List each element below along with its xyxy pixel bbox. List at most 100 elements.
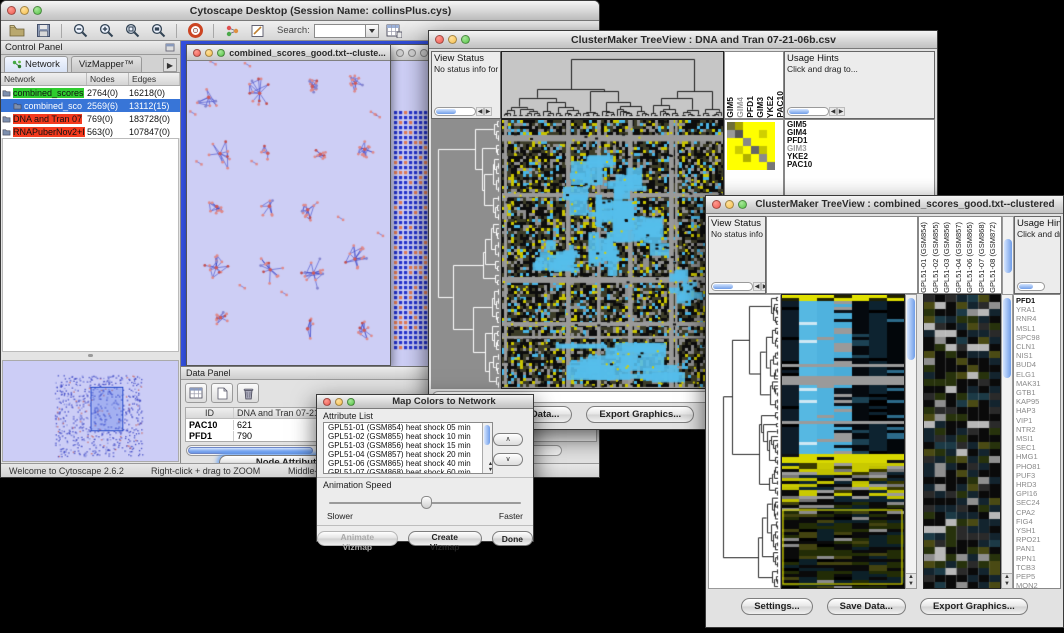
gene-row-label[interactable]: SPC98 [1016, 333, 1058, 342]
tab-vizmapper[interactable]: VizMapper™ [71, 56, 142, 72]
zoom-heatmap-canvas[interactable] [727, 122, 775, 170]
list-vscrollbar[interactable]: ▲▼ [482, 423, 492, 473]
condition-label[interactable]: GPL51-07 (GSM868) [977, 222, 989, 293]
gene-column-label[interactable]: PAC10 [775, 91, 784, 118]
scroll-right-icon[interactable]: ▶ [484, 107, 492, 116]
scroll-arrows[interactable]: ▲▼ [906, 573, 916, 588]
minimize-button[interactable] [335, 398, 343, 406]
float-panel-icon[interactable] [165, 43, 176, 53]
zoom-button[interactable] [738, 200, 747, 209]
treeview-action-button[interactable]: Export Graphics... [586, 406, 694, 423]
mini-hscrollbar[interactable]: ◀▶ [434, 107, 492, 116]
attribute-table-button[interactable] [383, 22, 405, 39]
minimize-button[interactable] [20, 6, 29, 15]
network-view-window[interactable]: combined_scores_good.txt--cluste... [186, 44, 391, 366]
column-dendrogram-area[interactable] [766, 216, 918, 294]
condition-label[interactable]: GPL51-03 (GSM856) [942, 222, 954, 293]
scrollbar-thumb[interactable] [484, 425, 490, 445]
save-session-button[interactable] [32, 22, 54, 39]
select-attributes-button[interactable] [185, 383, 207, 403]
grid-network-canvas[interactable] [390, 61, 432, 366]
gene-row-label[interactable]: KAP95 [1016, 397, 1058, 406]
condition-label[interactable]: GPL51-02 (GSM855) [931, 222, 943, 293]
gene-row-label[interactable]: GTB1 [1016, 388, 1058, 397]
gene-row-label[interactable]: GPI16 [1016, 489, 1058, 498]
labels-vscrollbar[interactable] [1002, 216, 1014, 296]
scrollbar-thumb[interactable] [907, 298, 915, 360]
tab-network[interactable]: Network [4, 56, 68, 72]
gene-row-label[interactable]: SEC1 [1016, 443, 1058, 452]
heatmap-vscrollbar[interactable]: ▲▼ [905, 294, 917, 589]
network-table-row[interactable]: combined_scores 2764(0) 16218(0) [1, 86, 180, 99]
column-header-network[interactable]: Network [1, 73, 87, 85]
close-button[interactable] [712, 200, 721, 209]
open-session-button[interactable] [6, 22, 28, 39]
zoom-button[interactable] [347, 398, 355, 406]
move-up-button[interactable]: ∧ [493, 433, 523, 446]
column-dendrogram-canvas[interactable] [501, 51, 724, 119]
attribute-item[interactable]: GPL51-02 (GSM855) heat shock 10 min [326, 432, 492, 441]
done-button[interactable]: Done [492, 531, 533, 546]
scroll-left-icon[interactable]: ◀ [753, 282, 761, 291]
gene-row-label[interactable]: RNR4 [1016, 314, 1058, 323]
gene-row-label[interactable]: PUF3 [1016, 471, 1058, 480]
attribute-item[interactable]: GPL51-04 (GSM857) heat shock 20 min [326, 450, 492, 459]
attribute-listbox[interactable]: GPL51-01 (GSM854) heat shock 05 minGPL51… [323, 422, 493, 474]
animation-speed-slider[interactable] [329, 493, 521, 511]
gene-row-label[interactable]: CLN1 [1016, 342, 1058, 351]
zoom-heatmap-canvas[interactable] [923, 294, 1001, 589]
treeview-action-button[interactable]: Settings... [741, 598, 812, 615]
gene-row-label[interactable]: PFD1 [1016, 296, 1058, 305]
gene-row-label[interactable]: GIM4 [787, 129, 932, 137]
gene-column-label[interactable]: GIM3 [755, 97, 765, 118]
create-vizmap-button[interactable]: Create Vizmap [408, 531, 482, 546]
id-column-header[interactable]: ID [186, 408, 234, 418]
treeview-action-button[interactable]: Save Data... [827, 598, 906, 615]
condition-label[interactable]: GPL51-04 (GSM857) [954, 222, 966, 293]
attribute-item[interactable]: GPL51-01 (GSM854) heat shock 05 min [326, 423, 492, 432]
gene-row-label[interactable]: HRD3 [1016, 480, 1058, 489]
condition-label[interactable]: GPL51-08 (GSM872) [988, 222, 1000, 293]
network-view-titlebar[interactable]: combined_scores_good.txt--cluste... [187, 45, 390, 61]
mini-hscrollbar[interactable] [1017, 282, 1045, 291]
zoom-fit-button[interactable] [147, 22, 169, 39]
gene-row-label[interactable]: SEC24 [1016, 498, 1058, 507]
scroll-arrows[interactable]: ▲▼ [485, 461, 493, 473]
minimize-button[interactable] [408, 49, 416, 57]
mini-hscrollbar[interactable]: ◀▶ [711, 282, 766, 291]
column-header-nodes[interactable]: Nodes [87, 73, 129, 85]
delete-attribute-button[interactable] [237, 383, 259, 403]
condition-label[interactable]: GPL51-01 (GSM854) [919, 222, 931, 293]
gene-row-label[interactable]: BUD4 [1016, 360, 1058, 369]
create-attribute-button[interactable] [211, 383, 233, 403]
move-down-button[interactable]: ∨ [493, 453, 523, 466]
gene-column-label[interactable]: PFD1 [745, 96, 755, 118]
zoom-out-button[interactable] [69, 22, 91, 39]
gene-row-label[interactable]: VIP1 [1016, 416, 1058, 425]
zoom-vscrollbar[interactable]: ▲▼ [1001, 294, 1013, 589]
main-titlebar[interactable]: Cytoscape Desktop (Session Name: collins… [1, 1, 599, 21]
scroll-right-icon[interactable]: ▶ [761, 282, 766, 291]
gene-row-label[interactable]: PAN1 [1016, 544, 1058, 553]
gene-row-label[interactable]: MSI1 [1016, 434, 1058, 443]
attribute-item[interactable]: GPL51-07 (GSM868) heat shock 60 min [326, 468, 492, 474]
network-overview-button[interactable] [221, 22, 243, 39]
zoom-button[interactable] [33, 6, 42, 15]
row-dendrogram-canvas[interactable] [708, 294, 781, 589]
network-view-canvas[interactable] [187, 61, 390, 365]
global-heatmap-canvas[interactable] [501, 119, 724, 389]
background-network-window[interactable] [389, 44, 433, 366]
condition-label[interactable]: GPL51-06 (GSM865) [965, 222, 977, 293]
close-button[interactable] [323, 398, 331, 406]
scrollbar-thumb[interactable] [1003, 298, 1011, 378]
gene-row-label[interactable]: MSL1 [1016, 324, 1058, 333]
zoom-in-button[interactable] [95, 22, 117, 39]
gene-column-label[interactable]: YKE2 [765, 96, 775, 118]
network-table-row[interactable]: RNAPuberNov2+I 563(0) 107847(0) [1, 125, 180, 138]
scroll-left-icon[interactable]: ◀ [829, 107, 837, 116]
gene-row-label[interactable]: GIM3 [787, 145, 932, 153]
gene-row-label[interactable]: TCB3 [1016, 563, 1058, 572]
gene-row-label[interactable]: CPA2 [1016, 508, 1058, 517]
column-header-edges[interactable]: Edges [129, 73, 180, 85]
search-dropdown-button[interactable] [366, 24, 379, 38]
